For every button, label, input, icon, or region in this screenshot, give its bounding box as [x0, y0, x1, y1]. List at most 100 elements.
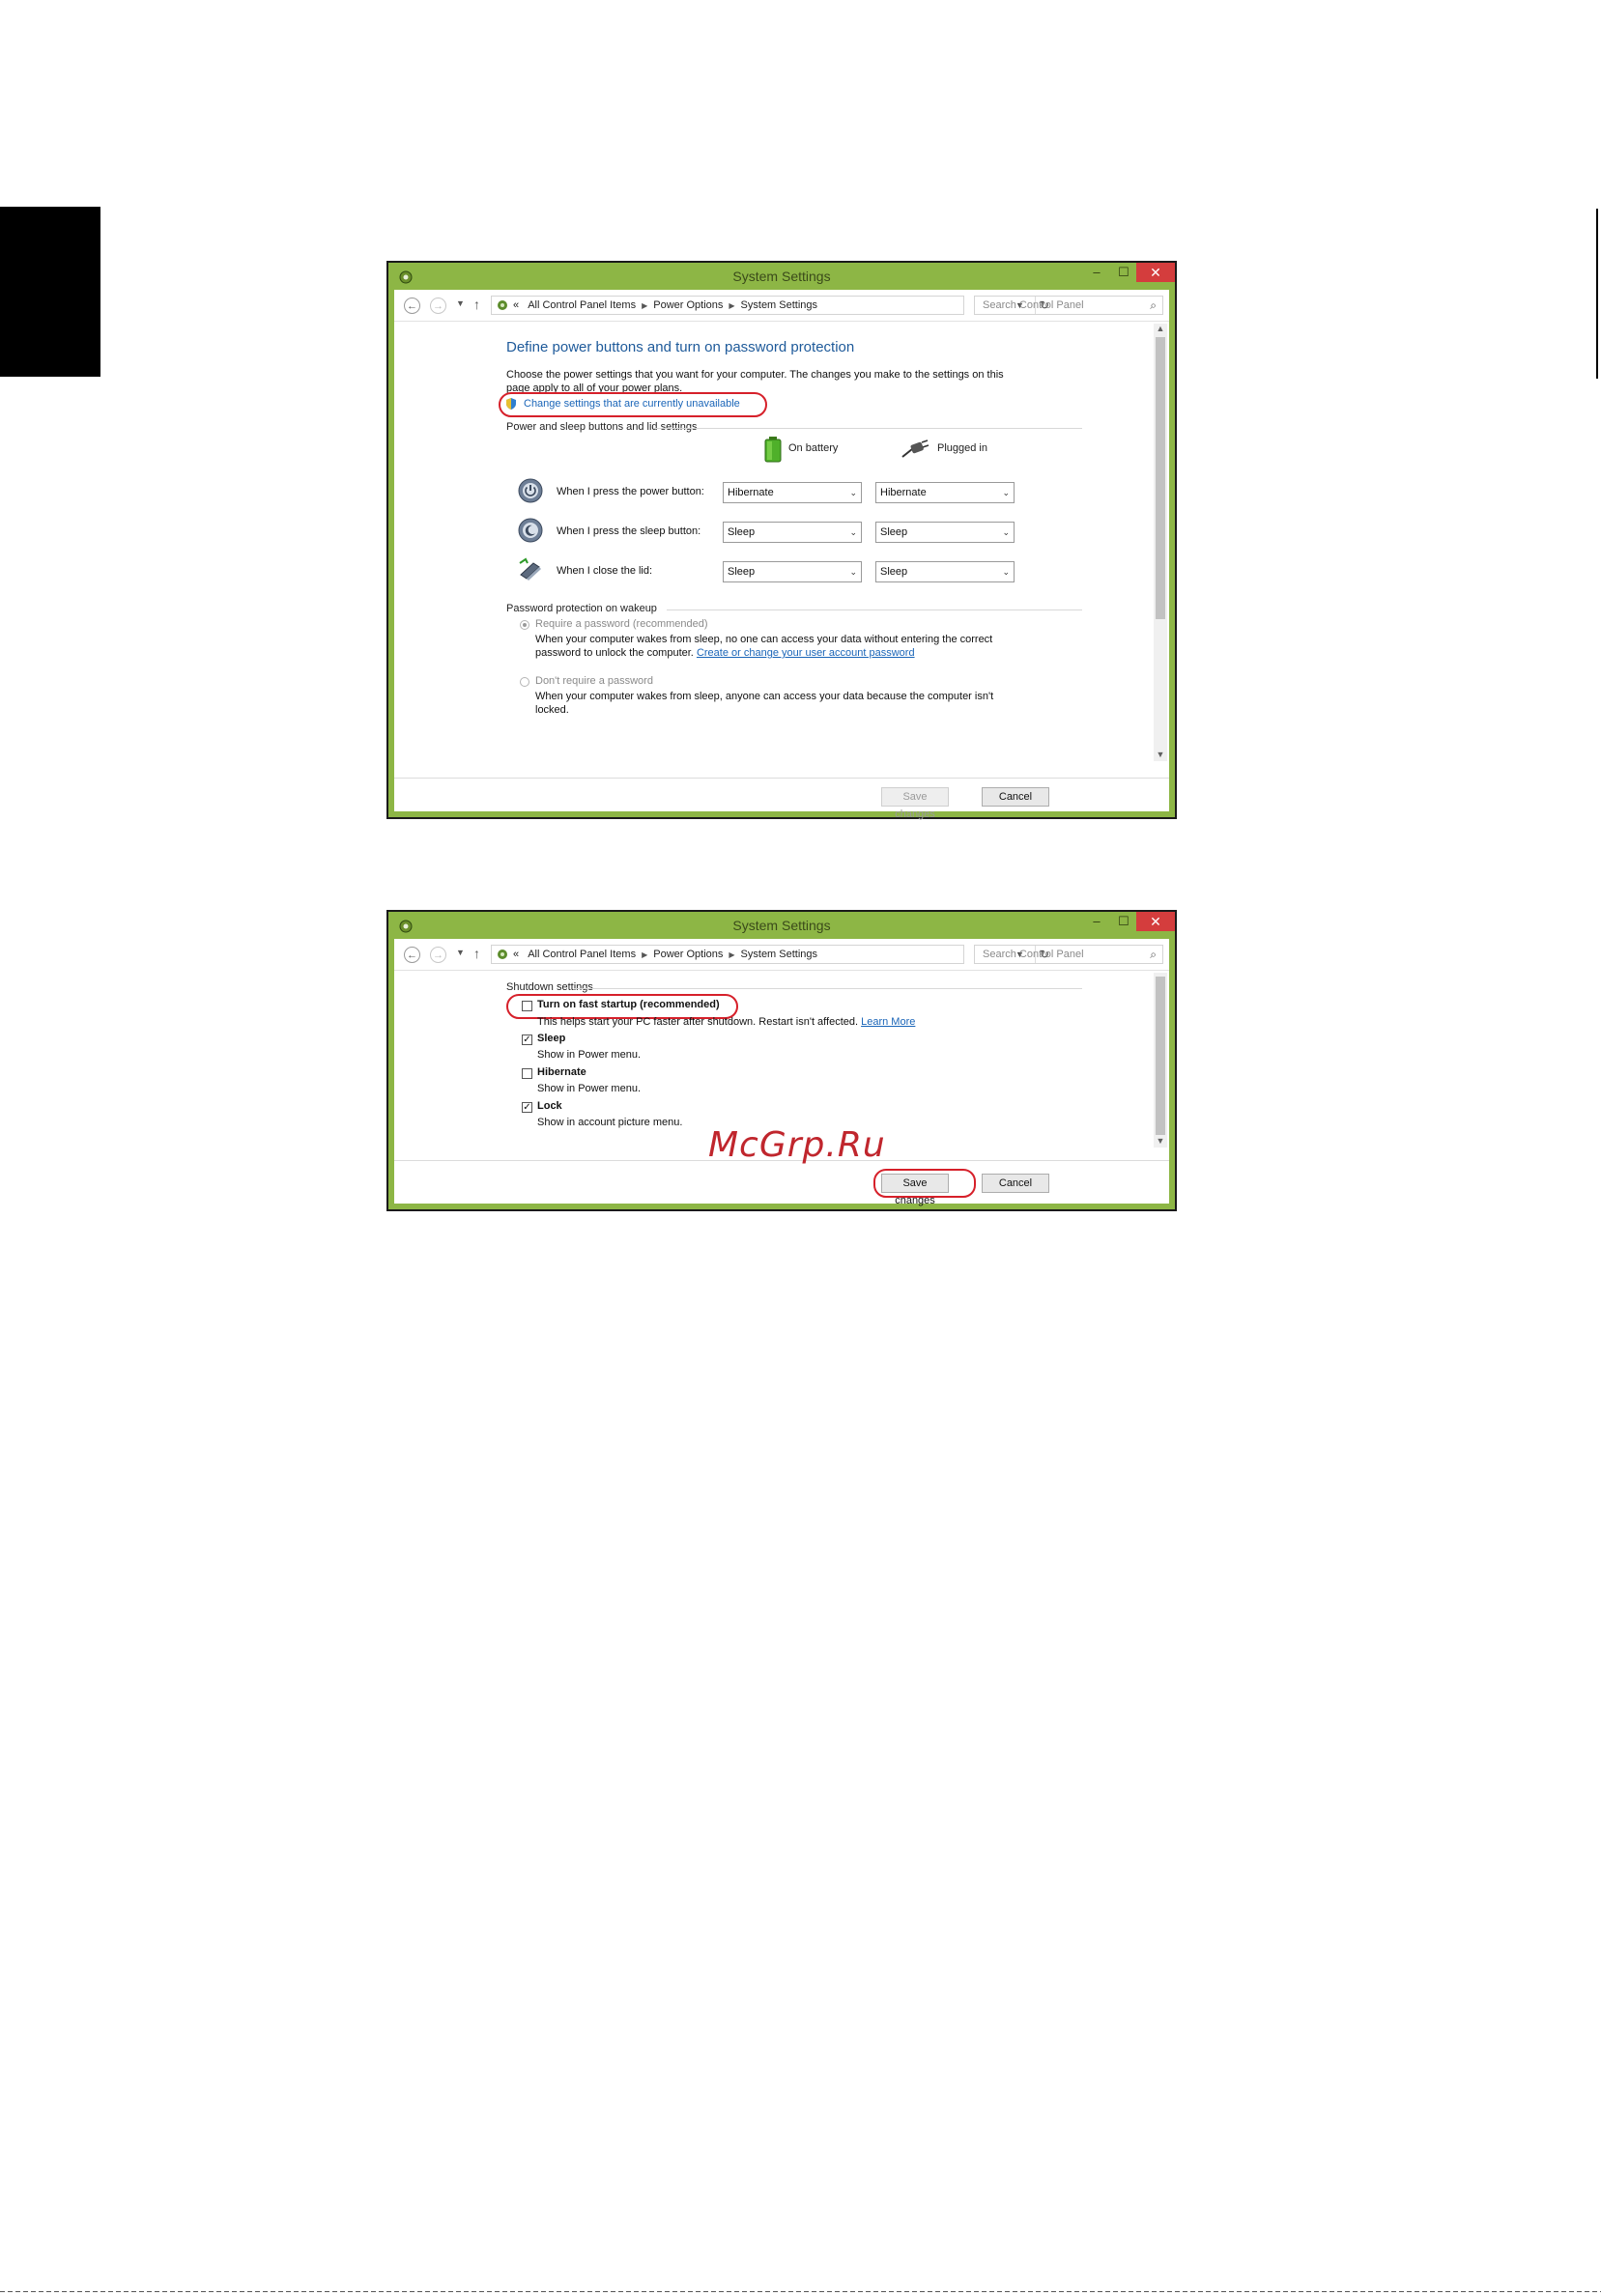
sleep-checkbox[interactable]: ✓ [522, 1035, 532, 1045]
vertical-scrollbar[interactable]: ▼ [1154, 973, 1167, 1148]
lock-checkbox[interactable]: ✓ [522, 1102, 532, 1113]
search-input[interactable]: Search Control Panel ⌕ [974, 945, 1163, 964]
chevron-down-icon: ⌄ [1002, 488, 1010, 497]
breadcrumb[interactable]: « All Control Panel Items ▶ Power Options ▶… [491, 296, 1049, 315]
minimize-button[interactable]: – [1084, 263, 1109, 282]
selected-value: Sleep [728, 566, 756, 578]
power-button-plugged-in-select[interactable]: Hibernate ⌄ [875, 482, 1015, 503]
address-bar: ← → ▼ ↑ « All Control Panel Items ▶ Power … [394, 290, 1169, 322]
chevron-down-icon: ⌄ [849, 567, 857, 577]
hibernate-checkbox[interactable] [522, 1068, 532, 1079]
breadcrumb[interactable]: « All Control Panel Items ▶ Power Options ▶… [491, 945, 1049, 964]
require-password-desc: When your computer wakes from sleep, no … [535, 634, 993, 645]
breadcrumb-item[interactable]: Power Options [653, 949, 723, 960]
page-title: Define power buttons and turn on passwor… [506, 339, 855, 355]
lock-desc: Show in account picture menu. [537, 1117, 683, 1128]
selected-value: Hibernate [728, 487, 774, 498]
sleep-desc: Show in Power menu. [537, 1049, 641, 1061]
breadcrumb-item[interactable]: All Control Panel Items [528, 949, 636, 960]
section-title-shutdown: Shutdown settings [506, 981, 593, 993]
scroll-thumb[interactable] [1156, 337, 1165, 619]
address-bar: ← → ▼ ↑ « All Control Panel Items ▶ Power … [394, 939, 1169, 971]
forward-arrow-icon[interactable]: → [430, 298, 446, 314]
up-arrow-icon[interactable]: ↑ [473, 946, 480, 961]
column-header-plugged-in: Plugged in [937, 442, 987, 454]
breadcrumb-overflow[interactable]: « [513, 949, 519, 960]
hibernate-desc: Show in Power menu. [537, 1083, 641, 1094]
scroll-up-icon[interactable]: ▲ [1154, 324, 1167, 333]
breadcrumb-separator-icon: ▶ [642, 950, 648, 959]
row-label-close-lid: When I close the lid: [557, 565, 653, 577]
sleep-button-plugged-in-select[interactable]: Sleep ⌄ [875, 522, 1015, 543]
breadcrumb-item[interactable]: Power Options [653, 299, 723, 311]
create-password-link[interactable]: Create or change your user account passw… [697, 647, 915, 659]
sleep-button-on-battery-select[interactable]: Sleep ⌄ [723, 522, 862, 543]
system-settings-window-1: System Settings – ☐ ✕ ← → ▼ ↑ « All Cont… [386, 261, 1177, 820]
search-placeholder: Search Control Panel [983, 949, 1084, 960]
breadcrumb-item[interactable]: System Settings [741, 299, 817, 311]
column-header-on-battery: On battery [788, 442, 839, 454]
vertical-scrollbar[interactable]: ▲ ▼ [1154, 324, 1167, 761]
scroll-down-icon[interactable]: ▼ [1154, 750, 1167, 759]
cancel-button[interactable]: Cancel [982, 787, 1049, 807]
require-password-label[interactable]: Require a password (recommended) [535, 617, 708, 631]
selected-value: Sleep [880, 566, 908, 578]
no-password-radio[interactable] [520, 677, 529, 687]
chevron-down-icon: ⌄ [849, 488, 857, 497]
no-password-label[interactable]: Don't require a password [535, 674, 653, 688]
scroll-thumb[interactable] [1156, 977, 1165, 1135]
require-password-radio[interactable] [520, 620, 529, 630]
breadcrumb-separator-icon: ▶ [642, 301, 648, 310]
maximize-button[interactable]: ☐ [1111, 263, 1136, 282]
breadcrumb-overflow[interactable]: « [513, 299, 519, 311]
system-settings-window-2: System Settings – ☐ ✕ ← → ▼ ↑ « All Cont… [386, 910, 1177, 1211]
breadcrumb-separator-icon: ▶ [729, 950, 735, 959]
recent-locations-chevron-icon[interactable]: ▼ [456, 948, 465, 957]
section-title-buttons: Power and sleep buttons and lid settings [506, 421, 698, 433]
content-pane: Define power buttons and turn on passwor… [394, 322, 1169, 761]
breadcrumb-item[interactable]: All Control Panel Items [528, 299, 636, 311]
window-client: ← → ▼ ↑ « All Control Panel Items ▶ Power … [394, 290, 1169, 820]
up-arrow-icon[interactable]: ↑ [473, 297, 480, 312]
learn-more-link[interactable]: Learn More [861, 1016, 915, 1028]
selected-value: Hibernate [880, 487, 927, 498]
breadcrumb-item[interactable]: System Settings [741, 949, 817, 960]
watermark-text: McGrp.Ru [708, 1125, 886, 1165]
content-pane: Shutdown settings Turn on fast startup (… [394, 971, 1169, 1148]
close-lid-plugged-in-select[interactable]: Sleep ⌄ [875, 561, 1015, 582]
save-changes-button[interactable]: Save changes [881, 787, 949, 820]
close-button[interactable]: ✕ [1136, 912, 1175, 931]
power-button-on-battery-select[interactable]: Hibernate ⌄ [723, 482, 862, 503]
selected-value: Sleep [880, 526, 908, 538]
back-arrow-icon[interactable]: ← [404, 298, 420, 314]
hibernate-label[interactable]: Hibernate [537, 1066, 586, 1078]
search-icon[interactable]: ⌕ [1150, 946, 1157, 963]
selected-value: Sleep [728, 526, 756, 538]
search-placeholder: Search Control Panel [983, 299, 1084, 311]
maximize-button[interactable]: ☐ [1111, 912, 1136, 931]
lock-label[interactable]: Lock [537, 1100, 562, 1112]
fast-startup-desc: This helps start your PC faster after sh… [537, 1016, 859, 1028]
scroll-down-icon[interactable]: ▼ [1154, 1136, 1167, 1146]
search-input[interactable]: Search Control Panel ⌕ [974, 296, 1163, 315]
back-arrow-icon[interactable]: ← [404, 947, 420, 963]
battery-icon [764, 437, 782, 463]
cancel-button[interactable]: Cancel [982, 1174, 1049, 1193]
chevron-down-icon: ⌄ [1002, 527, 1010, 537]
sleep-button-icon [518, 518, 543, 543]
section-divider [653, 428, 1082, 429]
search-icon[interactable]: ⌕ [1150, 297, 1157, 314]
close-lid-on-battery-select[interactable]: Sleep ⌄ [723, 561, 862, 582]
close-button[interactable]: ✕ [1136, 263, 1175, 282]
minimize-button[interactable]: – [1084, 912, 1109, 931]
recent-locations-chevron-icon[interactable]: ▼ [456, 298, 465, 308]
require-password-desc: password to unlock the computer. [535, 647, 694, 659]
plug-icon [901, 439, 929, 458]
no-password-desc: When your computer wakes from sleep, any… [535, 691, 994, 702]
sleep-label[interactable]: Sleep [537, 1033, 565, 1044]
window-title: System Settings [732, 918, 831, 933]
no-password-desc: locked. [535, 704, 569, 716]
forward-arrow-icon[interactable]: → [430, 947, 446, 963]
control-panel-icon [498, 950, 507, 959]
highlight-callout [873, 1169, 976, 1198]
